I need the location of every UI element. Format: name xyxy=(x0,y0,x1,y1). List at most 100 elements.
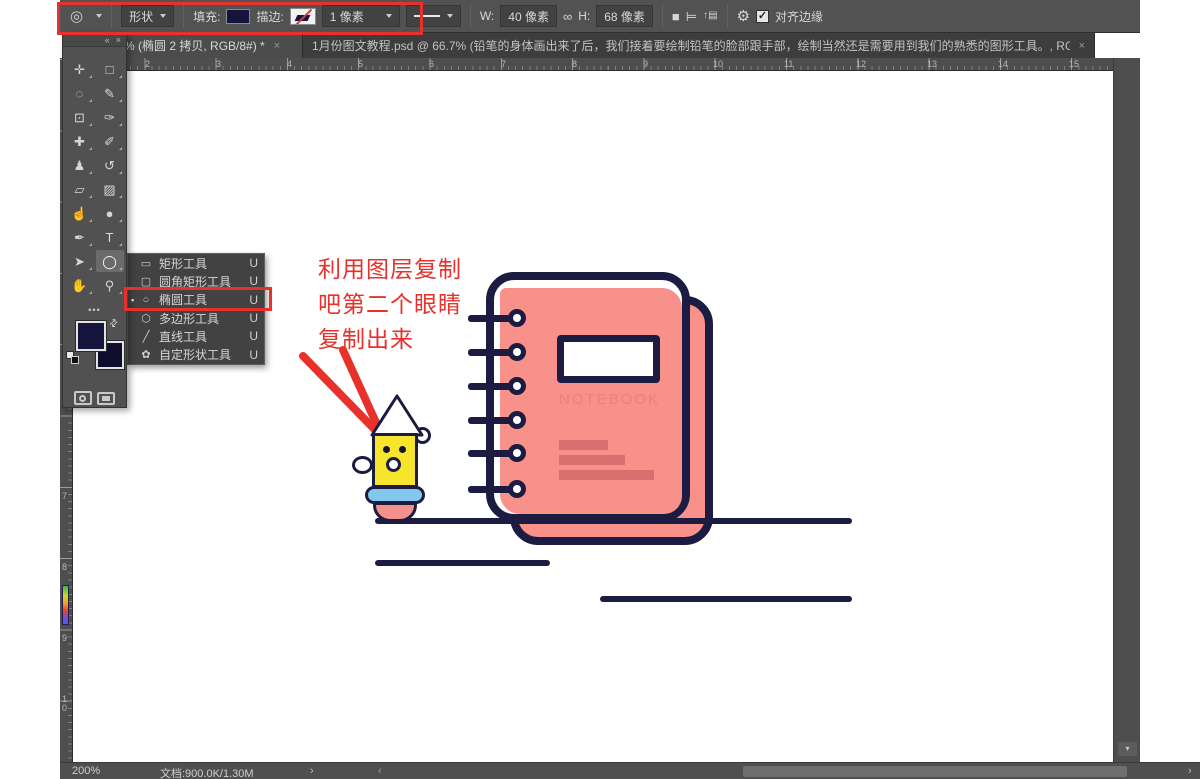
divider xyxy=(662,4,663,28)
divider xyxy=(183,4,184,28)
stroke-width-select[interactable]: 1 像素 xyxy=(322,5,400,27)
chevron-down-icon xyxy=(447,14,453,18)
menu-item-ellipse-tool[interactable]: ▪ ○ 椭圆工具 U xyxy=(128,291,264,309)
shape-height-field[interactable]: 68 像素 xyxy=(596,5,653,27)
fill-label: 填充: xyxy=(193,8,220,25)
close-icon[interactable]: × xyxy=(1079,40,1085,52)
solid-line-icon xyxy=(414,15,440,17)
ruler-number: 10 xyxy=(62,695,71,713)
ruler-number: 13 xyxy=(927,59,937,69)
marquee-tool-icon[interactable]: □ xyxy=(96,58,124,80)
menu-item-label: 椭圆工具 xyxy=(159,291,207,308)
ring-circle xyxy=(508,411,526,429)
healing-brush-tool-icon[interactable]: ✚ xyxy=(66,130,94,152)
menu-item-label: 自定形状工具 xyxy=(159,346,231,363)
menu-item-shortcut: U xyxy=(249,329,258,343)
foreground-color-swatch[interactable] xyxy=(76,321,106,351)
zoom-tool-icon[interactable]: ⚲ xyxy=(96,274,124,296)
tool-preset-dropdown-chevron-icon[interactable] xyxy=(96,14,102,18)
ellipse-tool-preset-icon[interactable]: ◎ xyxy=(70,9,83,24)
stroke-style-select[interactable] xyxy=(406,5,461,27)
path-arrangement-icon[interactable]: ↑▤ xyxy=(703,11,717,21)
ruler-number: 9 xyxy=(62,634,71,643)
stroke-color-swatch[interactable] xyxy=(290,8,316,25)
close-icon[interactable]: × xyxy=(116,36,121,45)
vertical-scrollbar[interactable]: ▾ xyxy=(1113,58,1140,762)
collapse-panel-icon[interactable]: « xyxy=(105,36,110,45)
horizontal-ruler[interactable]: 2 3 4 5 6 7 8 9 10 11 12 13 14 15 xyxy=(72,58,1113,71)
gradient-tool-icon[interactable]: ▨ xyxy=(96,178,124,200)
crop-tool-icon[interactable]: ⊡ xyxy=(66,106,94,128)
fill-color-swatch[interactable] xyxy=(226,9,250,24)
ruler-number: 8 xyxy=(572,59,577,69)
ruler-number: 7 xyxy=(62,492,71,501)
menu-item-rounded-rectangle-tool[interactable]: ▪ ▢ 圆角矩形工具 U xyxy=(128,272,264,290)
type-tool-icon[interactable]: T xyxy=(96,226,124,248)
dodge-tool-icon[interactable]: ● xyxy=(96,202,124,224)
default-colors-icon[interactable] xyxy=(66,351,80,364)
hand-tool-icon[interactable]: ✋ xyxy=(66,274,94,296)
quick-mask-icon[interactable] xyxy=(74,391,92,405)
shape-icon: ⬡ xyxy=(138,312,154,325)
link-dimensions-icon[interactable]: ∞ xyxy=(563,10,572,23)
scroll-down-icon[interactable]: ▾ xyxy=(1118,742,1137,756)
shape-icon: ╱ xyxy=(138,330,154,343)
path-operations-icon[interactable]: ■ xyxy=(672,10,680,23)
tool-panel-header: « × xyxy=(63,34,126,47)
tool-mode-value: 形状 xyxy=(129,8,153,25)
ruler-number: 5 xyxy=(358,59,363,69)
scroll-left-icon[interactable]: ‹ xyxy=(378,765,382,777)
stroke-label: 描边: xyxy=(256,8,283,25)
smudge-tool-icon[interactable]: ☝ xyxy=(66,202,94,224)
lasso-tool-icon[interactable]: ◌ xyxy=(66,82,94,104)
ruler-number: 12 xyxy=(856,59,866,69)
eraser-tool-icon[interactable]: ▱ xyxy=(66,178,94,200)
ellipse-tool-icon[interactable]: ◯ xyxy=(96,250,124,272)
menu-item-rectangle-tool[interactable]: ▪ ▭ 矩形工具 U xyxy=(128,254,264,272)
status-bar: 200% 文档:900.0K/1.30M › ‹ › xyxy=(60,762,1200,779)
notebook-label-box xyxy=(557,335,660,383)
gear-icon[interactable]: ⚙ xyxy=(737,9,750,24)
stroke-width-value: 1 像素 xyxy=(330,8,364,25)
align-edges-checkbox[interactable]: ✓ xyxy=(756,10,769,23)
document-tab-label: 1月份图文教程.psd @ 66.7% (铅笔的身体画出来了后，我们接着要绘制铅… xyxy=(312,37,1070,54)
tool-mode-select[interactable]: 形状 xyxy=(121,5,174,27)
document-tab-label: 200% (椭圆 2 拷贝, RGB/8#) * xyxy=(104,37,265,54)
move-tool-icon[interactable]: ✛ xyxy=(66,58,94,80)
brush-tool-icon[interactable]: ✐ xyxy=(96,130,124,152)
path-selection-tool-icon[interactable]: ➤ xyxy=(66,250,94,272)
ring-circle xyxy=(508,377,526,395)
height-label: H: xyxy=(578,9,590,23)
close-icon[interactable]: × xyxy=(274,40,280,52)
status-menu-arrow-icon[interactable]: › xyxy=(310,765,314,777)
document-tab[interactable]: 1月份图文教程.psd @ 66.7% (铅笔的身体画出来了后，我们接着要绘制铅… xyxy=(303,33,1095,58)
zoom-level-field[interactable]: 200% xyxy=(72,765,100,777)
eyedropper-tool-icon[interactable]: ✑ xyxy=(96,106,124,128)
pencil-tip xyxy=(365,392,429,438)
ruler-number: 11 xyxy=(784,59,793,69)
edit-toolbar-button[interactable]: ••• xyxy=(63,305,126,315)
menu-item-shortcut: U xyxy=(249,274,258,288)
pencil-band xyxy=(365,486,425,504)
pencil-left-eye xyxy=(383,446,390,453)
scroll-right-icon[interactable]: › xyxy=(1188,765,1192,777)
pencil-left-arm xyxy=(352,456,373,474)
horizontal-scrollbar-thumb[interactable] xyxy=(743,766,1127,777)
pen-tool-icon[interactable]: ✒ xyxy=(66,226,94,248)
annotation-line: 利用图层复制 xyxy=(318,252,462,287)
clone-stamp-tool-icon[interactable]: ♟ xyxy=(66,154,94,176)
history-brush-tool-icon[interactable]: ↺ xyxy=(96,154,124,176)
shape-width-field[interactable]: 40 像素 xyxy=(500,5,557,27)
path-alignment-icon[interactable]: ⊨ xyxy=(686,10,697,23)
menu-item-custom-shape-tool[interactable]: ▪ ✿ 自定形状工具 U xyxy=(128,346,264,364)
menu-item-line-tool[interactable]: ▪ ╱ 直线工具 U xyxy=(128,327,264,345)
menu-item-polygon-tool[interactable]: ▪ ⬡ 多边形工具 U xyxy=(128,309,264,327)
color-swatches: ⇄ xyxy=(63,321,126,377)
shape-icon: ✿ xyxy=(138,348,154,361)
current-tool-bullet: ▪ xyxy=(131,295,138,305)
swap-colors-icon[interactable]: ⇄ xyxy=(107,317,121,331)
screen-mode-icon[interactable] xyxy=(97,392,115,405)
ruler-number: 15 xyxy=(1069,59,1079,69)
quick-selection-tool-icon[interactable]: ✎ xyxy=(96,82,124,104)
shape-height-value: 68 像素 xyxy=(604,8,645,25)
